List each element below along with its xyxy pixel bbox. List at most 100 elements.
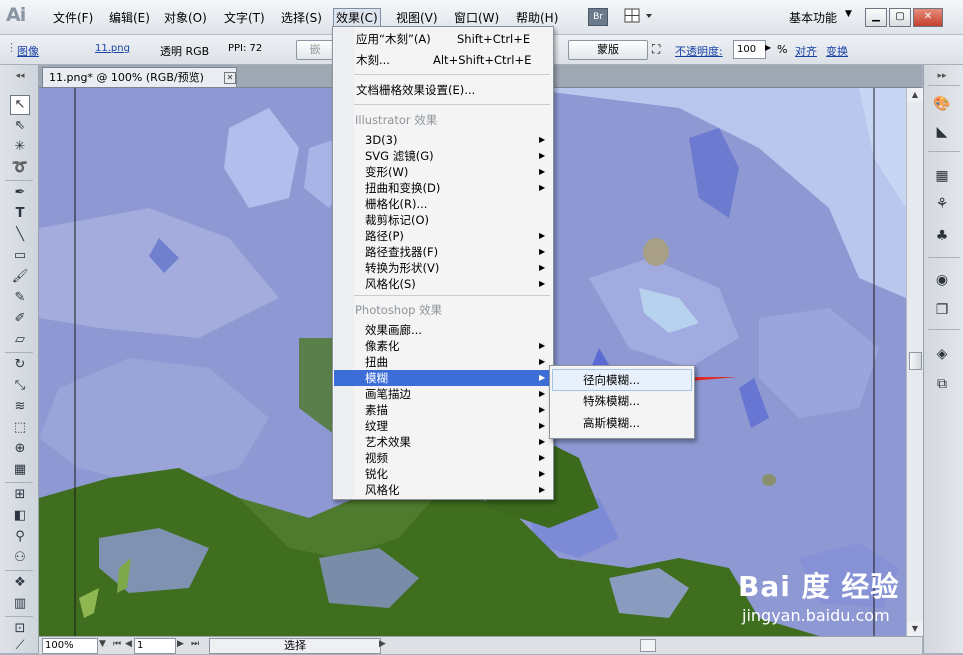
zoom-field[interactable]: 100% <box>42 638 98 654</box>
bridge-button[interactable]: Br <box>588 8 608 26</box>
transparency-icon[interactable]: ❐ <box>932 301 952 319</box>
transparency-grid-icon[interactable]: ⛶ <box>652 42 660 57</box>
workspace-switcher[interactable]: 基本功能 <box>789 9 837 26</box>
mask-button[interactable]: 蒙版 <box>568 40 648 60</box>
menu-item-distort-transform[interactable]: 扭曲和变换(D) ▶ <box>334 180 552 196</box>
transform-link[interactable]: 变换 <box>826 43 848 59</box>
last-artboard-icon[interactable]: ⏭ <box>191 639 199 649</box>
warp-tool-icon[interactable]: ≋ <box>11 398 29 416</box>
column-graph-tool-icon[interactable]: ▥ <box>11 595 29 613</box>
blend-tool-icon[interactable]: ⚇ <box>11 549 29 567</box>
menu-item-3d[interactable]: 3D(3) ▶ <box>334 132 552 148</box>
menu-item-pixelate[interactable]: 像素化 ▶ <box>334 338 552 354</box>
perspective-grid-tool-icon[interactable]: ▦ <box>11 461 29 479</box>
opacity-input[interactable]: 100 <box>733 40 766 59</box>
document-tab[interactable]: 11.png* @ 100% (RGB/预览) ✕ <box>42 67 237 87</box>
selection-tool-icon[interactable]: ↖ <box>10 95 30 115</box>
pencil-tool-icon[interactable]: ✎ <box>11 289 29 307</box>
rectangle-tool-icon[interactable]: ▭ <box>11 247 29 265</box>
lasso-tool-icon[interactable]: ➰ <box>11 159 29 177</box>
paintbrush-tool-icon[interactable]: 🖌 <box>11 268 29 286</box>
symbol-sprayer-tool-icon[interactable]: ❖ <box>11 574 29 592</box>
menu-item-sharpen[interactable]: 锐化 ▶ <box>334 466 552 482</box>
menu-item-brush-strokes[interactable]: 画笔描边 ▶ <box>334 386 552 402</box>
color-guide-icon[interactable]: ◣ <box>932 123 952 141</box>
menu-item-rasterize[interactable]: 栅格化(R)... <box>334 196 552 212</box>
menu-item-video[interactable]: 视频 ▶ <box>334 450 552 466</box>
menu-item-stylize-ai[interactable]: 风格化(S) ▶ <box>334 276 552 292</box>
menu-item-warp[interactable]: 变形(W) ▶ <box>334 164 552 180</box>
chevron-down-icon[interactable]: ▼ <box>99 639 106 649</box>
mesh-tool-icon[interactable]: ⊞ <box>11 486 29 504</box>
direct-selection-tool-icon[interactable]: ⇖ <box>11 117 29 135</box>
vertical-scrollbar[interactable]: ▲ ▼ <box>906 88 923 636</box>
scale-tool-icon[interactable]: ⤡ <box>11 377 29 395</box>
eraser-tool-icon[interactable]: ▱ <box>11 331 29 349</box>
first-artboard-icon[interactable]: ⏮ <box>113 639 121 649</box>
menu-file[interactable]: 文件(F) <box>50 9 96 27</box>
menu-item-blur[interactable]: 模糊 ▶ <box>334 370 552 386</box>
embed-button[interactable]: 嵌 <box>296 40 334 60</box>
swatches-icon[interactable]: ▦ <box>932 167 952 185</box>
magic-wand-tool-icon[interactable]: ✳ <box>11 138 29 156</box>
scroll-thumb[interactable] <box>909 352 922 370</box>
menu-item-path[interactable]: 路径(P) ▶ <box>334 228 552 244</box>
menu-item-crop-marks[interactable]: 裁剪标记(O) <box>334 212 552 228</box>
next-artboard-icon[interactable]: ▶ <box>177 639 184 649</box>
artboards-icon[interactable]: ⧉ <box>932 375 952 393</box>
menu-type[interactable]: 文字(T) <box>221 9 268 27</box>
menu-view[interactable]: 视图(V) <box>393 9 441 27</box>
menu-item-radial-blur[interactable]: 径向模糊... <box>552 369 692 391</box>
rotate-tool-icon[interactable]: ↻ <box>11 356 29 374</box>
menu-item-convert-to-shape[interactable]: 转换为形状(V) ▶ <box>334 260 552 276</box>
brushes-icon[interactable]: ⚘ <box>932 195 952 213</box>
menu-item-texture[interactable]: 纹理 ▶ <box>334 418 552 434</box>
artboard-number-field[interactable]: 1 <box>134 638 176 654</box>
menu-item-stylize-ps[interactable]: 风格化 ▶ <box>334 482 552 498</box>
menu-item-effect-gallery[interactable]: 效果画廊... <box>334 322 552 338</box>
menu-select[interactable]: 选择(S) <box>278 9 325 27</box>
previous-artboard-icon[interactable]: ◀ <box>125 639 132 649</box>
panel-expand-icon[interactable]: ▸▸ <box>932 67 952 85</box>
line-tool-icon[interactable]: ╲ <box>11 226 29 244</box>
menu-item-distort[interactable]: 扭曲 ▶ <box>334 354 552 370</box>
woodcut-item[interactable]: 木刻... Alt+Shift+Ctrl+E <box>334 52 552 68</box>
gradient-tool-icon[interactable]: ◧ <box>11 507 29 525</box>
chevron-down-icon[interactable]: ▼ <box>845 9 852 19</box>
menu-item-smart-blur[interactable]: 特殊模糊... <box>553 391 691 411</box>
chevron-right-icon[interactable]: ▶ <box>765 43 771 52</box>
horizontal-scroll-thumb[interactable] <box>640 639 656 652</box>
raster-settings-item[interactable]: 文档栅格效果设置(E)... <box>334 82 552 98</box>
chevron-right-icon[interactable]: ▶ <box>379 639 386 649</box>
slice-tool-icon[interactable]: ⟋ <box>11 637 29 655</box>
menu-item-sketch[interactable]: 素描 ▶ <box>334 402 552 418</box>
layers-icon[interactable]: ◈ <box>932 345 952 363</box>
color-panel-icon[interactable]: 🎨 <box>932 95 952 113</box>
pen-tool-icon[interactable]: ✒ <box>11 184 29 202</box>
menu-effect[interactable]: 效果(C) <box>333 8 381 28</box>
artboard-tool-icon[interactable]: ⊡ <box>11 620 29 638</box>
eyedropper-tool-icon[interactable]: ⚲ <box>11 528 29 546</box>
status-indicator[interactable]: 选择 <box>209 638 381 654</box>
menu-window[interactable]: 窗口(W) <box>451 9 502 27</box>
type-tool-icon[interactable]: T <box>11 205 29 223</box>
menu-object[interactable]: 对象(O) <box>161 9 210 27</box>
blob-brush-tool-icon[interactable]: ✐ <box>11 310 29 328</box>
panel-collapse-icon[interactable]: ◂◂ <box>11 67 29 85</box>
menu-item-pathfinder[interactable]: 路径查找器(F) ▶ <box>334 244 552 260</box>
shape-builder-tool-icon[interactable]: ⊕ <box>11 440 29 458</box>
menu-edit[interactable]: 编辑(E) <box>106 9 153 27</box>
align-link[interactable]: 对齐 <box>795 43 817 59</box>
apply-woodcut-item[interactable]: 应用“木刻”(A) Shift+Ctrl+E <box>334 31 552 47</box>
arrange-documents-button[interactable] <box>624 8 656 24</box>
free-transform-tool-icon[interactable]: ⬚ <box>11 419 29 437</box>
menu-item-gaussian-blur[interactable]: 高斯模糊... <box>553 413 691 433</box>
close-button[interactable]: ✕ <box>913 8 943 27</box>
file-link[interactable]: 11.png <box>95 43 130 54</box>
minimize-button[interactable]: ▁ <box>865 8 887 27</box>
menu-item-svg-filters[interactable]: SVG 滤镜(G) ▶ <box>334 148 552 164</box>
menu-item-artistic[interactable]: 艺术效果 ▶ <box>334 434 552 450</box>
opacity-label[interactable]: 不透明度: <box>675 43 723 59</box>
stroke-icon[interactable]: ◉ <box>932 271 952 289</box>
scroll-down-icon[interactable]: ▼ <box>907 622 923 636</box>
